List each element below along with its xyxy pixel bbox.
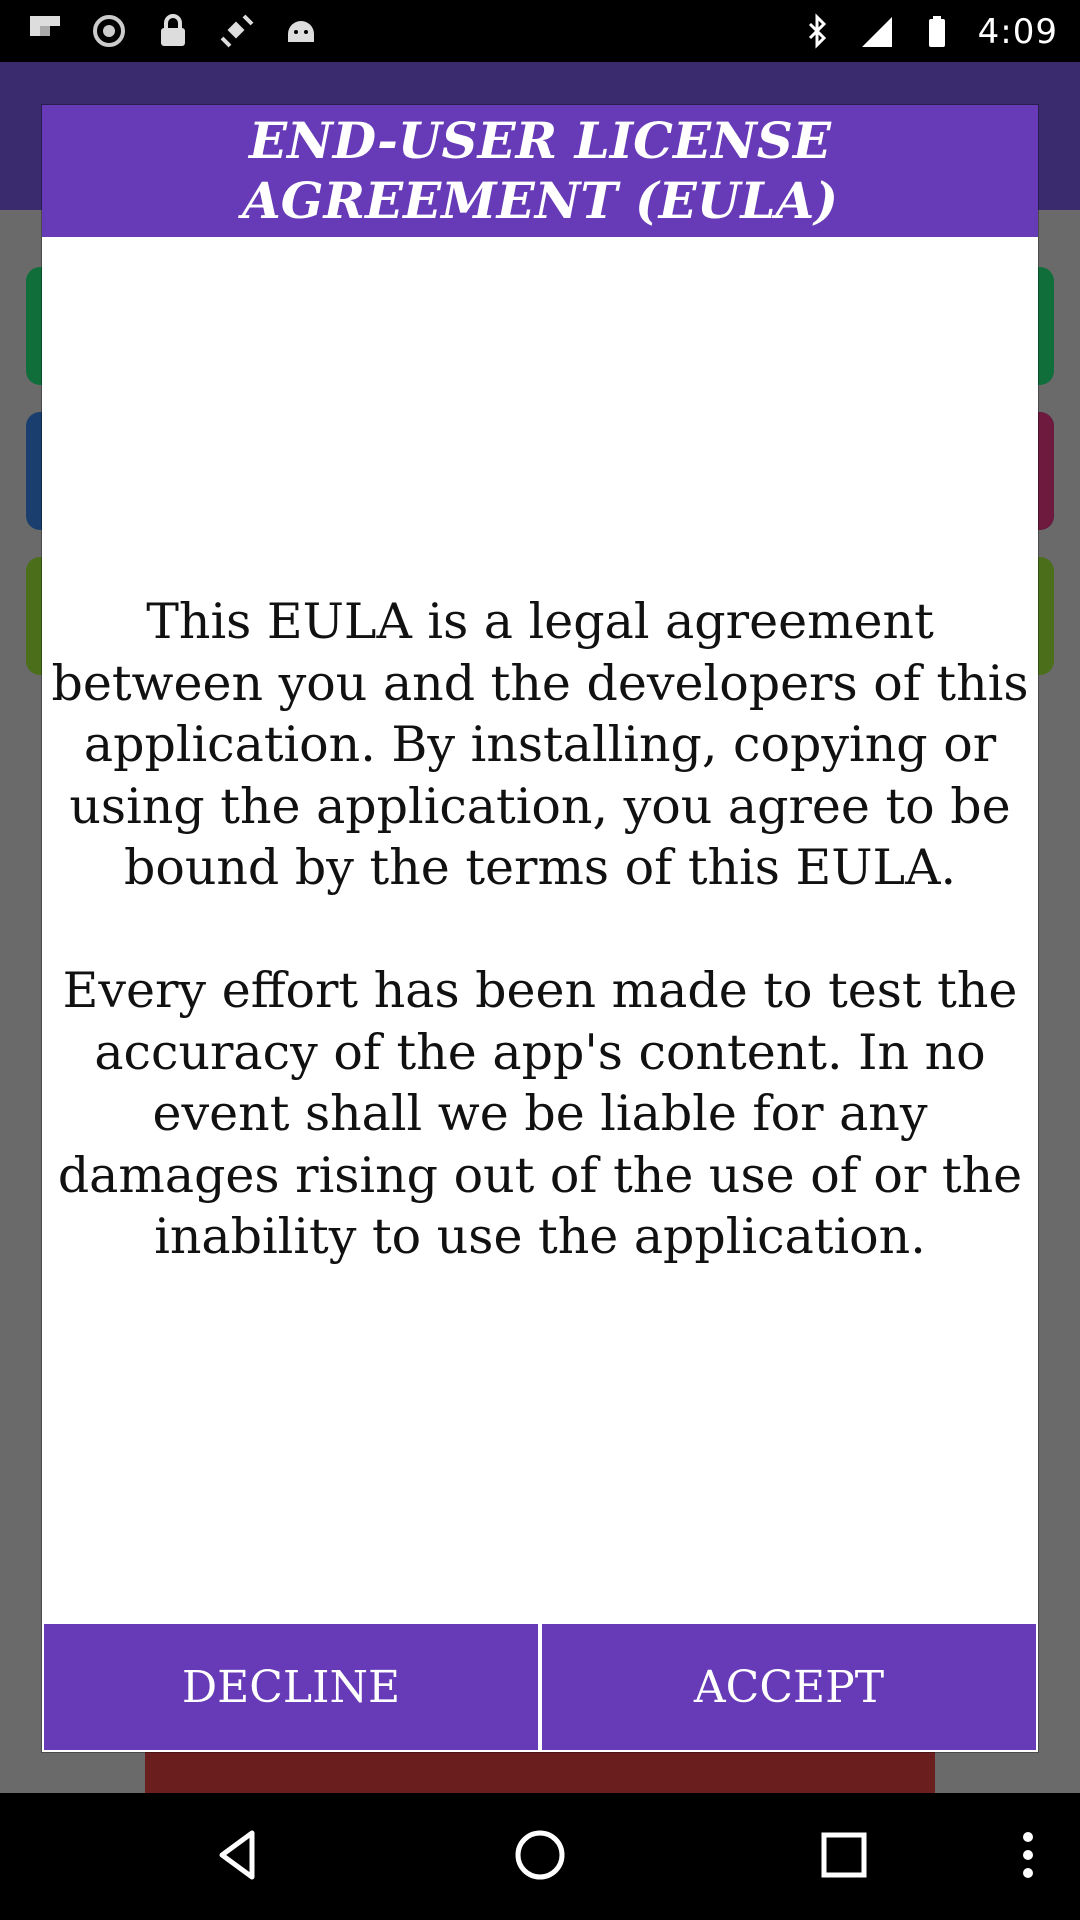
signal-icon	[861, 17, 892, 47]
sync-icon	[93, 15, 125, 47]
home-icon[interactable]	[508, 1823, 572, 1887]
accept-button[interactable]: ACCEPT	[540, 1622, 1038, 1752]
decline-button[interactable]: DECLINE	[42, 1622, 540, 1752]
dialog-body[interactable]: This EULA is a legal agreement between y…	[42, 237, 1038, 1622]
navigation-bar	[0, 1793, 1080, 1920]
eula-paragraph-2: Every effort has been made to test the a…	[57, 962, 1023, 1266]
flipboard-icon	[30, 16, 60, 36]
eula-paragraph-1: This EULA is a legal agreement between y…	[51, 593, 1029, 897]
recents-icon[interactable]	[812, 1823, 876, 1887]
android-icon	[288, 21, 314, 42]
clock: 4:09	[977, 12, 1058, 52]
battery-icon	[928, 16, 945, 47]
eula-dialog: END-USER LICENSE AGREEMENT (EULA) This E…	[42, 105, 1038, 1752]
dialog-button-row: DECLINE ACCEPT	[42, 1622, 1038, 1752]
banner-strip	[145, 1747, 935, 1793]
eula-text: This EULA is a legal agreement between y…	[42, 591, 1038, 1268]
fake-gps-icon	[220, 14, 254, 48]
dialog-title: END-USER LICENSE AGREEMENT (EULA)	[241, 111, 839, 230]
menu-icon[interactable]	[1000, 1823, 1056, 1887]
back-icon[interactable]	[206, 1823, 270, 1887]
lock-icon	[161, 14, 185, 46]
dialog-header: END-USER LICENSE AGREEMENT (EULA)	[42, 105, 1038, 237]
status-bar: 4:09	[0, 0, 1080, 62]
bluetooth-icon	[808, 13, 826, 49]
